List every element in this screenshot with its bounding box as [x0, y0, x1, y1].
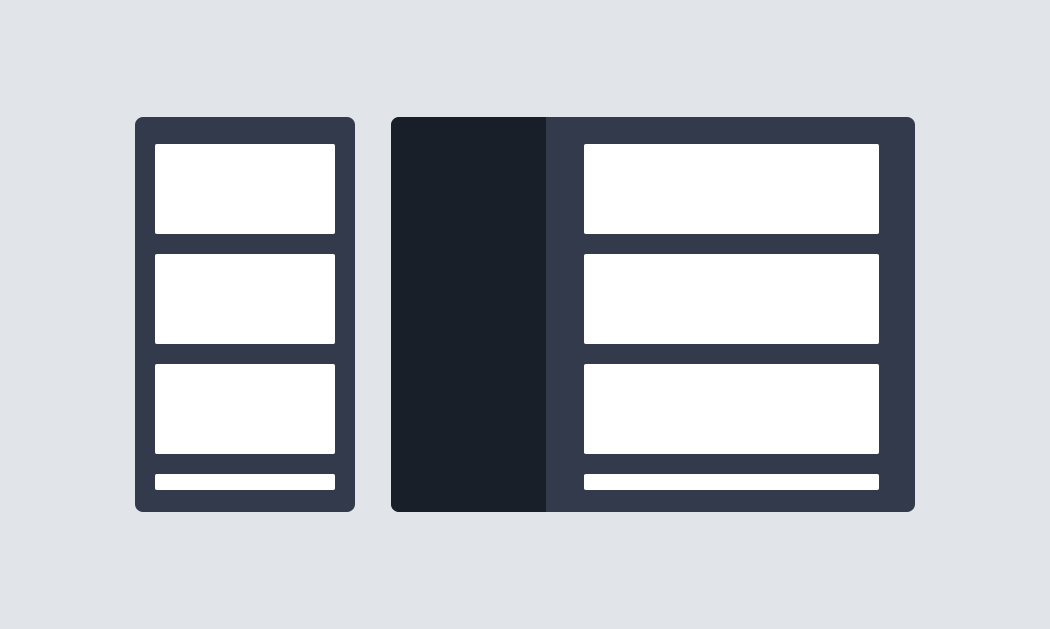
- desktop-card-3[interactable]: [584, 364, 879, 454]
- desktop-sidebar: [391, 117, 546, 512]
- desktop-card-1[interactable]: [584, 144, 879, 234]
- mobile-card-4-partial[interactable]: [155, 474, 335, 490]
- desktop-card-2[interactable]: [584, 254, 879, 344]
- mobile-card-2[interactable]: [155, 254, 335, 344]
- desktop-card-list[interactable]: [584, 144, 879, 490]
- mobile-card-list[interactable]: [155, 144, 335, 490]
- mobile-card-3[interactable]: [155, 364, 335, 454]
- mobile-card-1[interactable]: [155, 144, 335, 234]
- desktop-layout-panel: [391, 117, 915, 512]
- mobile-layout-panel: [135, 117, 355, 512]
- desktop-card-4-partial[interactable]: [584, 474, 879, 490]
